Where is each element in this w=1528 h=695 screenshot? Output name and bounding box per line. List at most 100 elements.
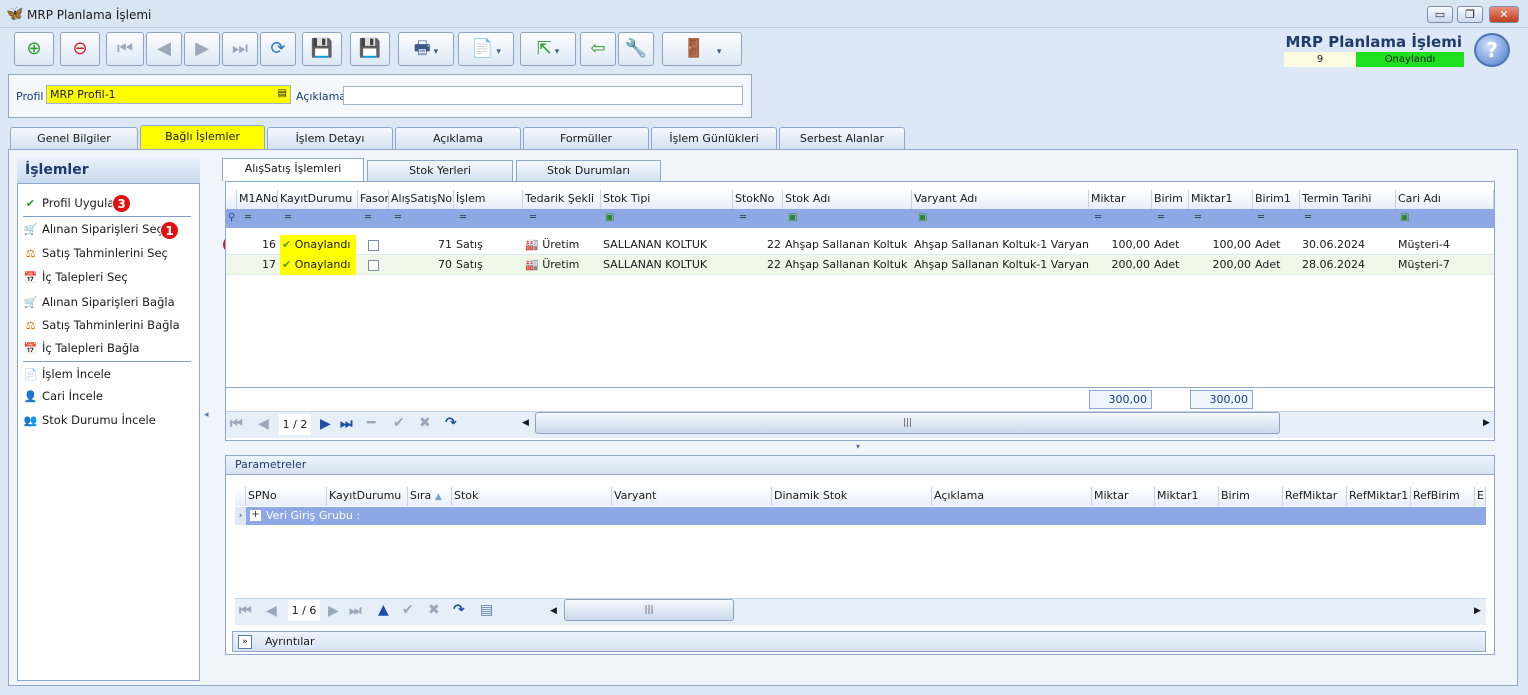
column-header[interactable]: Stok Adı [783,190,912,209]
filter-equals-icon[interactable]: ═ [1195,212,1201,223]
action-satis-tahminlerini-bagla[interactable]: ⚖ Satış Tahminlerini Bağla [23,315,180,335]
action-alinan-siparisleri-sec[interactable]: 🛒 Alınan Siparişleri Seç [23,219,163,239]
last-icon[interactable]: ⏭ [349,603,362,619]
description-input[interactable] [343,86,743,105]
scroll-left-icon[interactable]: ◀ [550,606,557,616]
x-icon[interactable]: ✖ [428,602,440,618]
column-header[interactable]: M1ANo [237,190,278,209]
filter-equals-icon[interactable]: ═ [365,212,371,223]
prev-icon[interactable]: ◀ [258,416,269,432]
last-icon[interactable]: ⏭ [340,416,353,432]
filter-equals-icon[interactable]: ═ [285,212,291,223]
cell-fasor[interactable] [366,235,386,255]
filter-equals-icon[interactable]: ═ [1095,212,1101,223]
param-column-header[interactable]: Varyant [612,487,772,506]
scroll-left-icon[interactable]: ◀ [522,418,529,428]
group-row[interactable]: + Veri Giriş Grubu : [246,507,1486,525]
filter-equals-icon[interactable]: ═ [395,212,401,223]
fasor-checkbox[interactable] [368,239,379,251]
tab-serbest-alanlar[interactable]: Serbest Alanlar [779,127,905,149]
column-header[interactable]: KayıtDurumu [278,190,358,209]
filter-equals-icon[interactable]: ═ [1258,212,1264,223]
column-header[interactable]: StokNo [733,190,783,209]
tab-genel-bilgiler[interactable]: Genel Bilgiler [10,127,138,149]
list-icon[interactable]: ▤ [480,602,493,618]
check-icon[interactable]: ✔ [402,602,414,618]
action-islem-incele[interactable]: 📄 İşlem İncele [23,364,111,384]
next-icon[interactable]: ▶ [320,416,331,432]
details-bar[interactable]: » Ayrıntılar [232,631,1486,652]
scrollbar-thumb[interactable]: ||| [564,599,734,621]
filter-abc-icon[interactable]: ▣ [605,212,614,223]
column-header[interactable]: Birim [1152,190,1189,209]
action-profil-uygula[interactable]: ✔ Profil Uygula [23,193,115,213]
subtab-alis-satis-islemleri[interactable]: AlışSatış İşlemleri [222,158,364,181]
first-icon[interactable]: ⏮ [230,416,243,432]
column-header[interactable]: Stok Tipi [601,190,733,209]
scroll-right-icon[interactable]: ▶ [1474,606,1481,616]
redo-icon[interactable]: ↷ [453,602,465,618]
action-alinan-siparisleri-bagla[interactable]: 🛒 Alınan Siparişleri Bağla [23,292,175,312]
action-ic-talepleri-sec[interactable]: 📅 İç Talepleri Seç [23,267,128,287]
tab-bagli-islemler[interactable]: Bağlı İşlemler [140,125,265,150]
filter-equals-icon[interactable]: ═ [530,212,536,223]
filter-icon[interactable]: ⚲ [228,212,235,223]
prev-record-button[interactable]: ◀ [146,32,182,66]
column-header[interactable]: Tedarik Şekli [523,190,601,209]
next-icon[interactable]: ▶ [328,603,339,619]
first-record-button[interactable]: ⏮ [106,32,144,66]
first-icon[interactable]: ⏮ [239,603,252,619]
minus-icon[interactable]: ━ [367,415,375,431]
refresh-button[interactable]: ⟳ [260,32,296,66]
filter-abc-icon[interactable]: ▣ [918,212,927,223]
filter-abc-icon[interactable]: ▣ [1400,212,1409,223]
filter-abc-icon[interactable]: ▣ [788,212,797,223]
column-header[interactable]: Miktar1 [1189,190,1253,209]
expand-icon[interactable]: + [250,510,261,521]
param-column-header[interactable]: RefBirim [1411,487,1475,506]
param-column-header[interactable]: Miktar1 [1155,487,1219,506]
fasor-checkbox[interactable] [368,259,379,271]
column-header[interactable]: AlışSatışNo [389,190,454,209]
param-column-header[interactable]: E [1475,487,1486,506]
exit-button[interactable]: 🚪 ▾ [662,32,742,66]
tab-islem-gunlukleri[interactable]: İşlem Günlükleri [651,127,777,149]
action-cari-incele[interactable]: 👤 Cari İncele [23,386,103,406]
scroll-right-icon[interactable]: ▶ [1483,418,1490,428]
restore-button[interactable]: ❐ [1457,6,1483,23]
param-column-header[interactable]: Birim [1219,487,1283,506]
tab-formuller[interactable]: Formüller [523,127,649,149]
filter-equals-icon[interactable]: ═ [460,212,466,223]
save-button[interactable]: 💾 [302,32,342,66]
close-button[interactable]: ✕ [1489,6,1519,23]
pdf-button[interactable]: 📄 ▾ [458,32,514,66]
minimize-button[interactable]: ▭ [1427,6,1453,23]
param-column-header[interactable]: RefMiktar [1283,487,1347,506]
check-icon[interactable]: ✔ [393,415,405,431]
cell-fasor[interactable] [366,255,386,275]
tab-aciklama[interactable]: Açıklama [395,127,521,149]
collapse-arrow-icon[interactable]: ◂ [204,410,209,420]
column-header[interactable]: İşlem [454,190,523,209]
save-close-button[interactable]: 💾 [350,32,390,66]
param-column-header[interactable]: Sıra ▲ [408,487,452,506]
x-icon[interactable]: ✖ [419,415,431,431]
param-column-header[interactable]: RefMiktar1 [1347,487,1411,506]
filter-equals-icon[interactable]: ═ [245,212,251,223]
column-header[interactable]: Cari Adı [1396,190,1494,209]
tab-islem-detayi[interactable]: İşlem Detayı [267,127,393,149]
column-header[interactable]: Fasor [358,190,389,209]
action-satis-tahminlerini-sec[interactable]: ⚖ Satış Tahminlerini Seç [23,243,168,263]
tools-button[interactable]: 🔧 [618,32,654,66]
column-header[interactable]: Miktar [1089,190,1152,209]
last-record-button[interactable]: ⏭ [222,32,258,66]
action-stok-durumu-incele[interactable]: 👥 Stok Durumu İncele [23,410,156,430]
param-column-header[interactable]: Stok [452,487,612,506]
export-button[interactable]: ⇱ ▾ [520,32,576,66]
param-column-header[interactable]: KayıtDurumu [327,487,408,506]
subtab-stok-durumlari[interactable]: Stok Durumları [516,160,661,181]
next-record-button[interactable]: ▶ [184,32,220,66]
prev-icon[interactable]: ◀ [266,603,277,619]
filter-equals-icon[interactable]: ═ [1158,212,1164,223]
delete-record-button[interactable]: ⊖ [60,32,100,66]
